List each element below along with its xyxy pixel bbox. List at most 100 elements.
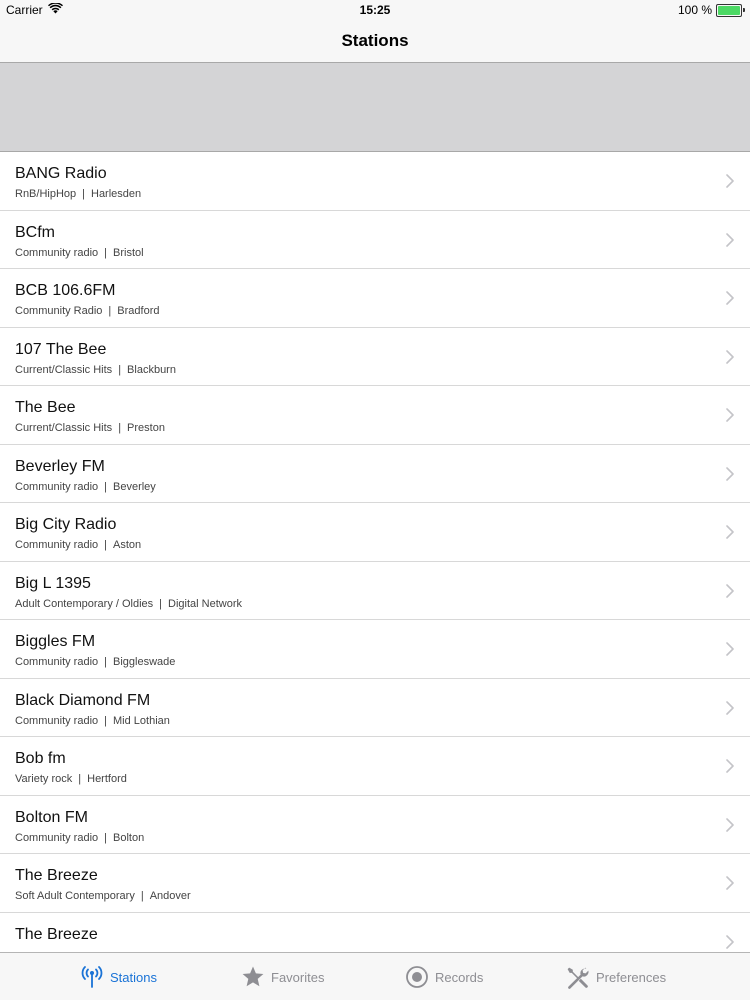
station-name: BCB 106.6FM <box>15 282 116 299</box>
battery-fill <box>718 5 740 15</box>
tab-bar: Stations Favorites Records Preferences <box>0 952 750 1000</box>
station-details: RnB/HipHop | Harlesden <box>15 188 141 200</box>
detail-separator: | <box>104 831 107 844</box>
station-location: Bristol <box>113 246 144 259</box>
station-details: Community radio | Aston <box>15 539 141 551</box>
station-details: Community radio | Bolton <box>15 832 144 844</box>
station-row[interactable]: Beverley FM Community radio | Beverley <box>0 444 750 503</box>
banner-area <box>0 63 750 152</box>
station-name: Big L 1395 <box>15 574 91 592</box>
tab-label: Stations <box>110 969 157 985</box>
station-row[interactable]: The Breeze <box>0 912 750 952</box>
app-screen: Carrier 15:25 100 % Stations BANG Radio R… <box>0 0 750 1000</box>
station-details: Community radio | Mid Lothian <box>15 715 170 727</box>
tab-label: Records <box>435 969 484 985</box>
station-details: Current/Classic Hits | Preston <box>15 422 165 434</box>
status-time: 15:25 <box>359 3 391 17</box>
station-row[interactable]: BCfm Community radio | Bristol <box>0 210 750 269</box>
station-genre: Community radio <box>15 714 99 727</box>
station-row[interactable]: Biggles FM Community radio | Biggleswade <box>0 620 750 679</box>
tools-icon <box>565 965 590 990</box>
station-genre: RnB/HipHop <box>15 188 77 200</box>
antenna-icon <box>80 965 104 989</box>
station-location: Bradford <box>117 305 160 317</box>
station-row[interactable]: The Bee Current/Classic Hits | Preston <box>0 386 750 445</box>
station-details: Community Radio | Bradford <box>15 305 159 317</box>
detail-separator: | <box>118 422 122 434</box>
star-icon <box>241 965 265 989</box>
station-row[interactable]: 107 The Bee Current/Classic Hits | Blackbur… <box>0 327 750 386</box>
station-location: Beverley <box>113 480 156 493</box>
navigation-bar: Stations <box>0 20 750 63</box>
station-genre: Community radio <box>15 480 99 493</box>
station-name: The Breeze <box>15 867 98 884</box>
detail-separator: | <box>82 188 85 200</box>
page-title: Stations <box>341 31 409 50</box>
station-location: Blackburn <box>127 363 176 376</box>
station-row[interactable]: Bob fm Variety rock | Hertford <box>0 737 750 796</box>
station-details: Community radio | Beverley <box>15 481 156 493</box>
station-name: Big City Radio <box>15 516 117 533</box>
tab-records[interactable]: Records <box>405 953 483 1000</box>
status-bar: Carrier 15:25 100 % <box>0 0 750 20</box>
station-genre: Community radio <box>15 246 99 259</box>
station-genre: Current/Classic Hits <box>15 363 113 376</box>
station-details: Soft Adult Contemporary | Andover <box>15 890 191 902</box>
station-row[interactable]: Big City Radio Community radio | Aston <box>0 503 750 562</box>
station-location: Aston <box>113 539 142 551</box>
station-name: Black Diamond FM <box>15 691 151 709</box>
station-list[interactable]: BANG Radio RnB/HipHop | Harlesden BCfm Commun… <box>0 152 750 952</box>
detail-separator: | <box>104 246 107 259</box>
detail-separator: | <box>104 714 107 727</box>
station-name: Bob fm <box>15 750 66 767</box>
detail-separator: | <box>78 773 82 785</box>
detail-separator: | <box>108 305 112 317</box>
station-details: Community radio | Biggleswade <box>15 656 175 668</box>
status-right: 100 % <box>677 3 745 17</box>
station-genre: Soft Adult Contemporary <box>15 890 135 902</box>
station-name: Bolton FM <box>15 808 88 826</box>
station-name: The Bee <box>15 399 76 416</box>
tab-stations[interactable]: Stations <box>80 953 157 1000</box>
record-icon <box>405 965 429 989</box>
station-row[interactable]: Big L 1395 Adult Contemporary / Oldies | Di… <box>0 561 750 620</box>
battery-icon <box>716 3 745 17</box>
station-location: Biggleswade <box>113 656 176 668</box>
tab-preferences[interactable]: Preferences <box>565 953 666 1000</box>
station-row[interactable]: BCB 106.6FM Community Radio | Bradford <box>0 269 750 328</box>
detail-separator: | <box>104 480 107 493</box>
station-details: Current/Classic Hits | Blackburn <box>15 364 176 376</box>
station-location: Hertford <box>87 773 127 785</box>
station-genre: Community radio <box>15 656 99 668</box>
station-row[interactable]: The Breeze Soft Adult Contemporary | Andove… <box>0 854 750 913</box>
station-genre: Community Radio <box>15 305 103 317</box>
station-row[interactable]: BANG Radio RnB/HipHop | Harlesden <box>0 152 750 211</box>
station-details: Community radio | Bristol <box>15 247 144 259</box>
station-location: Mid Lothian <box>113 714 170 727</box>
station-name: Biggles FM <box>15 633 96 650</box>
tab-favorites[interactable]: Favorites <box>241 953 324 1000</box>
station-row[interactable]: Bolton FM Community radio | Bolton <box>0 795 750 854</box>
station-location: Bolton <box>113 831 145 844</box>
battery-percent: 100 % <box>677 3 712 17</box>
station-name: BANG Radio <box>15 165 107 182</box>
station-location: Preston <box>127 422 165 434</box>
detail-separator: | <box>140 890 144 902</box>
station-location: Digital Network <box>168 597 242 610</box>
tab-label: Favorites <box>271 969 325 985</box>
detail-separator: | <box>104 656 107 668</box>
station-name: 107 The Bee <box>15 340 107 358</box>
station-name: The Breeze <box>15 925 98 943</box>
detail-separator: | <box>159 597 163 610</box>
detail-separator: | <box>118 363 122 376</box>
detail-separator: | <box>104 539 107 551</box>
station-details: Adult Contemporary / Oldies | Digital Netw… <box>15 598 242 610</box>
station-row[interactable]: Black Diamond FM Community radio | Mid Loth… <box>0 678 750 737</box>
station-location: Andover <box>149 890 191 902</box>
station-genre: Adult Contemporary / Oldies <box>15 597 154 610</box>
station-location: Harlesden <box>91 188 142 200</box>
station-details: Variety rock | Hertford <box>15 773 127 785</box>
tab-label: Preferences <box>596 969 667 985</box>
station-genre: Variety rock <box>15 773 73 785</box>
station-genre: Current/Classic Hits <box>15 422 113 434</box>
